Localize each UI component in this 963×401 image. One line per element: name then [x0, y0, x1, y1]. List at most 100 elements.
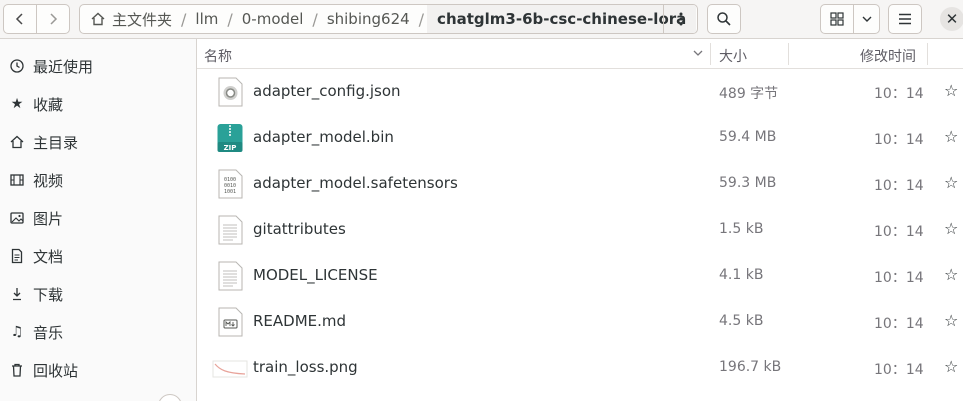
file-name: adapter_config.json: [253, 82, 401, 100]
svg-text:1001: 1001: [224, 189, 236, 195]
file-name: adapter_model.safetensors: [253, 174, 458, 192]
column-header-modified[interactable]: 修改时间: [860, 46, 916, 66]
sidebar-item-label: 下载: [33, 285, 64, 304]
star-toggle[interactable]: ☆: [944, 311, 958, 330]
sidebar-item-music[interactable]: ♫ 音乐: [0, 313, 196, 351]
file-row[interactable]: adapter_config.json 489 字节 10：14 ☆: [197, 69, 963, 115]
sidebar-item-label: 音乐: [33, 323, 64, 342]
clock-icon: [8, 58, 26, 74]
breadcrumb-shibing624[interactable]: shibing624: [321, 5, 416, 33]
star-toggle[interactable]: ☆: [944, 127, 958, 146]
column-header-size[interactable]: 大小: [719, 46, 747, 66]
column-divider[interactable]: [927, 43, 928, 65]
star-toggle[interactable]: ☆: [944, 81, 958, 100]
file-row[interactable]: MODEL_LICENSE 4.1 kB 10：14 ☆: [197, 253, 963, 299]
column-header-name[interactable]: 名称: [204, 46, 232, 66]
back-button[interactable]: [3, 4, 37, 34]
sidebar-item-pictures[interactable]: 图片: [0, 199, 196, 237]
breadcrumb-llm[interactable]: llm: [189, 5, 224, 33]
zip-archive-icon: ZIP: [217, 124, 243, 152]
sidebar-item-videos[interactable]: 视频: [0, 161, 196, 199]
file-size: 4.1 kB: [719, 267, 764, 283]
file-name: gitattributes: [253, 220, 346, 238]
view-options-dropdown[interactable]: [853, 4, 880, 34]
file-modified: 10：14: [874, 316, 924, 332]
file-modified: 10：14: [874, 132, 924, 148]
column-divider[interactable]: [710, 43, 711, 65]
breadcrumb-separator: /: [181, 9, 187, 29]
file-list-view: 名称 大小 修改时间 adapter_config.json 489 字节 10…: [197, 38, 963, 401]
breadcrumb-home[interactable]: 主文件夹: [80, 5, 178, 33]
breadcrumb-0-model[interactable]: 0-model: [236, 5, 310, 33]
star-toggle[interactable]: ☆: [944, 265, 958, 284]
download-icon: [8, 286, 26, 302]
chevron-down-icon: [862, 16, 871, 22]
json-file-icon: [218, 77, 243, 107]
svg-text:ZIP: ZIP: [224, 144, 237, 152]
file-row[interactable]: README.md 4.5 kB 10：14 ☆: [197, 299, 963, 345]
breadcrumb-separator: /: [227, 9, 233, 29]
breadcrumb-label: shibing624: [326, 10, 410, 28]
sidebar-item-label: 回收站: [33, 361, 79, 380]
star-toggle[interactable]: ☆: [944, 173, 958, 192]
sort-descending-icon: [692, 47, 704, 63]
breadcrumb-label: chatglm3-6b-csc-chinese-lora: [437, 10, 687, 28]
grid-view-icon: [830, 12, 844, 26]
breadcrumb-separator: /: [312, 9, 318, 29]
star-toggle[interactable]: ☆: [944, 219, 958, 238]
text-file-icon: [218, 261, 243, 291]
file-modified: 10：14: [874, 86, 924, 102]
file-row[interactable]: gitattributes 1.5 kB 10：14 ☆: [197, 207, 963, 253]
sidebar-item-home[interactable]: 主目录: [0, 123, 196, 161]
file-name: train_loss.png: [253, 358, 358, 376]
vertical-dots-icon: [679, 12, 682, 26]
picture-icon: [8, 210, 26, 226]
close-window-button[interactable]: ✕: [940, 7, 963, 31]
chevron-right-icon: [50, 13, 58, 25]
sidebar-item-label: 主目录: [33, 133, 79, 152]
text-file-icon: [218, 215, 243, 245]
close-icon: ✕: [945, 10, 959, 28]
file-size: 59.3 MB: [719, 175, 777, 191]
file-modified: 10：14: [874, 178, 924, 194]
breadcrumb-label: 0-model: [241, 10, 304, 28]
sidebar-item-starred[interactable]: ★ 收藏: [0, 85, 196, 123]
sidebar-item-label: 图片: [33, 209, 64, 228]
sidebar-overflow-button[interactable]: [158, 394, 182, 401]
film-icon: [8, 172, 26, 188]
file-size: 489 字节: [719, 86, 779, 102]
file-size: 196.7 kB: [719, 359, 782, 375]
view-toggle-button[interactable]: [820, 4, 854, 34]
main-menu-button[interactable]: [888, 4, 922, 34]
sidebar-item-documents[interactable]: 文档: [0, 237, 196, 275]
sidebar-item-label: 视频: [33, 171, 64, 190]
breadcrumb-label: 主文件夹: [112, 10, 173, 29]
file-row[interactable]: ZIP adapter_model.bin 59.4 MB 10：14 ☆: [197, 115, 963, 161]
star-icon: ★: [10, 96, 24, 112]
file-name: README.md: [253, 312, 347, 330]
file-size: 59.4 MB: [719, 129, 777, 145]
file-modified: 10：14: [874, 270, 924, 286]
trash-icon: [8, 362, 26, 378]
forward-button[interactable]: [36, 4, 70, 34]
path-bar: 主文件夹 / llm / 0-model / shibing624 / chat…: [79, 4, 698, 34]
path-menu-button[interactable]: [663, 5, 697, 33]
file-row[interactable]: 0100 0010 1001 adapter_model.safetensors 5…: [197, 161, 963, 207]
search-icon: [717, 12, 731, 26]
sidebar-item-label: 收藏: [33, 95, 64, 114]
sidebar-item-recent[interactable]: 最近使用: [0, 47, 196, 85]
file-size: 1.5 kB: [719, 221, 764, 237]
star-toggle[interactable]: ☆: [944, 357, 958, 376]
file-row[interactable]: train_loss.png 196.7 kB 10：14 ☆: [197, 345, 963, 391]
sidebar-item-downloads[interactable]: 下载: [0, 275, 196, 313]
search-button[interactable]: [707, 4, 741, 34]
file-modified: 10：14: [874, 362, 924, 378]
sidebar-item-trash[interactable]: 回收站: [0, 351, 196, 389]
header-bar: 主文件夹 / llm / 0-model / shibing624 / chat…: [0, 0, 963, 38]
breadcrumb-label: llm: [195, 10, 219, 28]
sidebar-item-label: 文档: [33, 247, 64, 266]
breadcrumb-current[interactable]: chatglm3-6b-csc-chinese-lora: [427, 5, 697, 33]
music-icon: ♫: [10, 324, 24, 340]
home-icon: [91, 12, 105, 26]
column-divider[interactable]: [788, 43, 789, 65]
